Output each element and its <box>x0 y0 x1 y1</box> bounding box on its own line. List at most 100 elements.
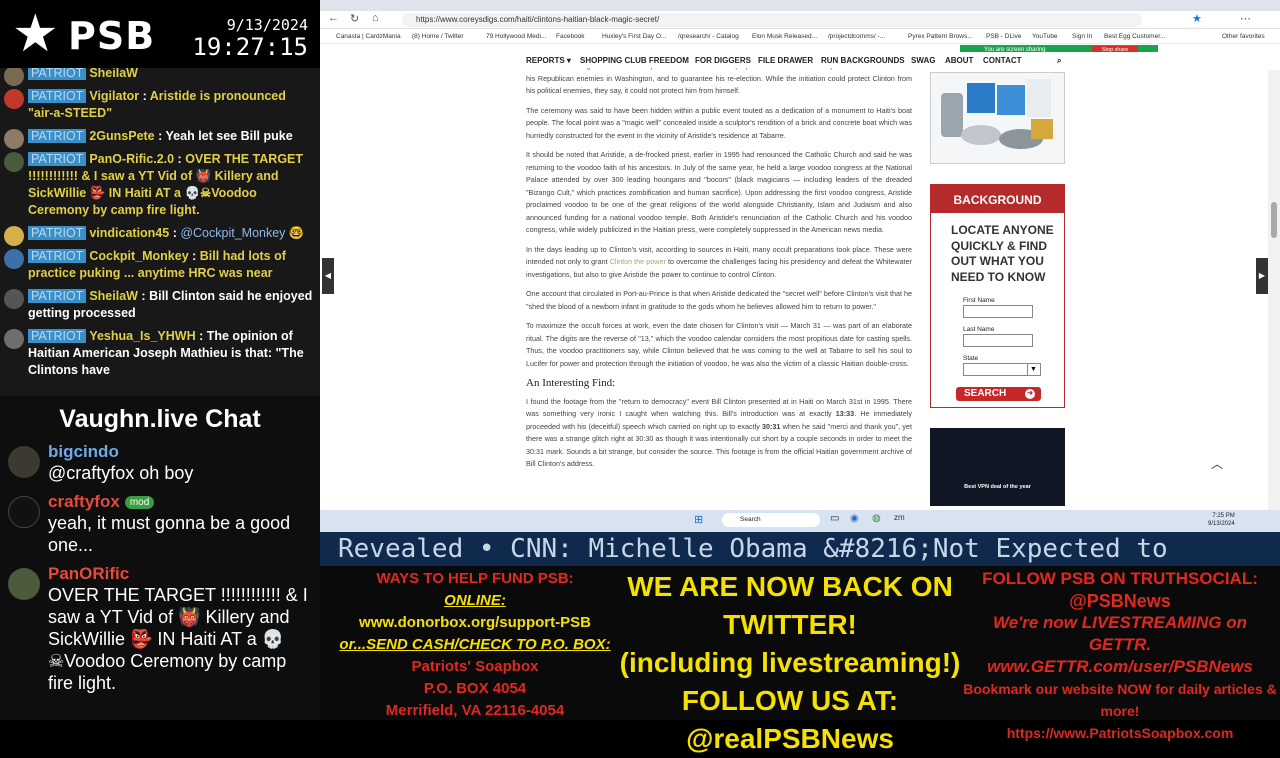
chat-username: Yeshua_Is_YHWH <box>89 329 196 343</box>
chat-username: craftyfox mod <box>48 492 314 512</box>
nav-file-drawer[interactable]: FILE DRAWER <box>758 56 813 65</box>
bookmark-item[interactable]: YouTube <box>1032 33 1058 40</box>
patriot-badge: PATRIOT <box>28 129 87 143</box>
bottom-banner: WAYS TO HELP FUND PSB: ONLINE: www.donor… <box>320 566 1280 754</box>
back-icon[interactable]: ← <box>328 12 339 24</box>
patriot-badge: PATRIOT <box>28 289 87 303</box>
avatar <box>4 152 24 172</box>
slider-prev-icon[interactable]: ◀ <box>322 258 334 294</box>
bookmark-item[interactable]: Huxley's First Day O... <box>602 33 666 40</box>
bookmark-item[interactable]: /projectdcomms/ -... <box>828 33 885 40</box>
menu-icon[interactable]: ⋯ <box>1240 12 1251 25</box>
nav-contact[interactable]: CONTACT <box>983 56 1022 65</box>
chat-username: bigcindo <box>48 442 119 461</box>
article-paragraph: stated that installing Clinton under the… <box>526 68 912 95</box>
first-name-field[interactable] <box>963 305 1033 318</box>
chat-username-text: craftyfox <box>48 492 120 511</box>
search-button[interactable]: SEARCH ➜ <box>956 387 1041 401</box>
bookmark-item[interactable]: (8) Home / Twitter <box>412 33 464 40</box>
article-paragraph: To maximize the occult forces at work, e… <box>526 321 912 368</box>
bookmark-item[interactable]: Sign In <box>1072 33 1092 40</box>
scrollbar-thumb[interactable] <box>1271 202 1277 238</box>
patriot-badge: PATRIOT <box>28 249 87 263</box>
camping-gear-image <box>941 79 1053 149</box>
article-link[interactable]: Clinton the power <box>610 257 666 266</box>
address-line: Patriots' Soapbox <box>411 658 539 675</box>
article-paragraph: It should be noted that Aristide, a de-f… <box>526 150 912 234</box>
address-line: P.O. BOX 4054 <box>423 680 527 697</box>
background-search-widget: BACKGROUND SEARCH LOCATE ANYONE QUICKLY … <box>930 184 1065 408</box>
chat-message: PATRIOT SheilaW <box>0 68 320 86</box>
funding-info: WAYS TO HELP FUND PSB: ONLINE: www.donor… <box>320 566 630 720</box>
avatar <box>4 68 24 86</box>
slider-next-icon[interactable]: ▶ <box>1256 258 1268 294</box>
bookmark-item[interactable]: Other favorites <box>1222 33 1265 40</box>
nav-reports[interactable]: REPORTS ▾ <box>526 56 571 65</box>
chrome-icon[interactable]: ◍ <box>872 513 881 524</box>
bookmark-item[interactable]: PSB - DLive <box>986 33 1021 40</box>
nav-run-backgrounds[interactable]: RUN BACKGROUNDS <box>821 56 905 65</box>
address-line: Merrifield, VA 22116-4054 <box>385 702 565 719</box>
browser-tab-strip[interactable] <box>320 0 1280 11</box>
zoom-icon[interactable]: zm <box>894 513 905 522</box>
patriot-badge: PATRIOT <box>28 152 87 166</box>
chevron-down-icon: ▼ <box>1027 364 1039 375</box>
home-icon[interactable]: ⌂ <box>372 12 379 24</box>
product-ad-image[interactable] <box>930 72 1065 164</box>
bookmark-item[interactable]: Elon Musk Released... <box>752 33 817 40</box>
twitter-info: WE ARE NOW BACK ON TWITTER! (including l… <box>618 566 962 754</box>
windows-taskbar: ⊞ Search ▭ ◉ ◍ zm 7:25 PM 9/13/2024 <box>320 510 1280 532</box>
taskbar-search[interactable]: Search <box>722 513 820 527</box>
bookmark-item[interactable]: Pyrex Pattern Brows... <box>908 33 973 40</box>
address-bar[interactable]: https://www.coreysdigs.com/haiti/clinton… <box>402 13 1142 27</box>
bookmarks-bar: Canasta | CardzMania (8) Home / Twitter … <box>320 29 1280 44</box>
vpn-ad[interactable]: Best VPN deal of the year <box>930 428 1065 506</box>
nav-swag[interactable]: SWAG <box>911 56 935 65</box>
last-name-label: Last Name <box>963 326 995 333</box>
article-heading: An Interesting Find: <box>526 377 616 389</box>
bookmark-item[interactable]: Facebook <box>556 33 585 40</box>
patriot-badge: PATRIOT <box>28 226 87 240</box>
taskbar-date: 9/13/2024 <box>1208 521 1235 527</box>
windows-start-icon[interactable]: ⊞ <box>694 513 703 526</box>
nav-shopping-club[interactable]: SHOPPING CLUB FREEDOM <box>580 56 689 65</box>
page-scrollbar[interactable] <box>1268 70 1280 510</box>
vaughn-chat: bigcindo @craftyfox oh boy craftyfox mod … <box>0 442 320 720</box>
patriot-chat: PATRIOT SheilaW PATRIOT Vigilator : Aristi… <box>0 68 320 396</box>
taskbar-clock: 7:25 PM 9/13/2024 <box>1208 512 1235 528</box>
funding-title: WAYS TO HELP FUND PSB: <box>376 570 574 587</box>
reload-icon[interactable]: ↻ <box>350 12 359 25</box>
file-explorer-icon[interactable]: ▭ <box>830 513 839 524</box>
vpn-ad-text: Best VPN deal of the year <box>964 484 1031 490</box>
patriot-badge: PATRIOT <box>28 89 87 103</box>
favorite-star-icon[interactable]: ★ <box>1192 12 1202 25</box>
chat-message: PATRIOT Yeshua_Is_YHWH : The opinion of H… <box>0 325 320 382</box>
scroll-to-top-icon[interactable]: ︿ <box>1211 455 1223 472</box>
search-icon[interactable]: ⌕ <box>1057 56 1061 66</box>
bookmark-item[interactable]: Canasta | CardzMania <box>336 33 401 40</box>
browser-window: ← ↻ ⌂ https://www.coreysdigs.com/haiti/c… <box>320 0 1280 510</box>
avatar <box>4 329 24 349</box>
news-ticker: Revealed • CNN: Michelle Obama &#8216;No… <box>320 532 1280 566</box>
first-name-label: First Name <box>963 297 995 304</box>
bookmark-item[interactable]: 79 Hollywood Medi... <box>486 33 546 40</box>
bookmark-item[interactable]: Best Egg Customer... <box>1104 33 1165 40</box>
chat-message: PATRIOT Cockpit_Monkey : Bill had lots of… <box>0 245 320 285</box>
article-paragraph: In the days leading up to Clinton's visi… <box>526 244 912 282</box>
stream-header: ★ PSB 9/13/2024 19:27:15 <box>0 0 320 68</box>
chat-username: vindication45 <box>89 226 170 240</box>
state-select[interactable]: ▼ <box>963 363 1041 376</box>
edge-icon[interactable]: ◉ <box>850 513 859 524</box>
patriot-badge: PATRIOT <box>28 68 87 80</box>
nav-about[interactable]: ABOUT <box>945 56 973 65</box>
donorbox-link: www.donorbox.org/support-PSB <box>359 614 591 631</box>
last-name-field[interactable] <box>963 334 1033 347</box>
gettr-link: www.GETTR.com/user/PSBNews <box>987 657 1253 676</box>
twitter-line: FOLLOW US AT: <box>681 685 899 716</box>
nav-for-diggers[interactable]: FOR DIGGERS <box>695 56 751 65</box>
bookmark-item[interactable]: /qresearch/ - Catalog <box>678 33 739 40</box>
taskbar-time: 7:25 PM <box>1212 513 1235 519</box>
avatar <box>8 496 40 528</box>
website-line: Bookmark our website NOW for daily artic… <box>963 681 1277 719</box>
article-paragraph: I found the footage from the "return to … <box>526 396 912 471</box>
